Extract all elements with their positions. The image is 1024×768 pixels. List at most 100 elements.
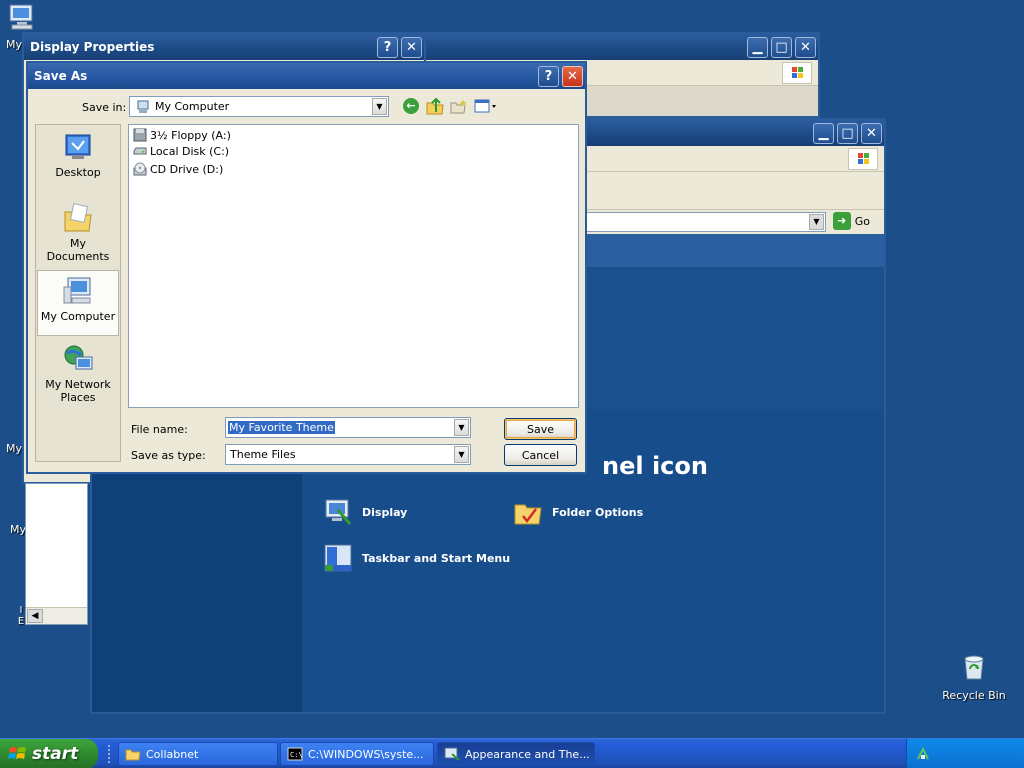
file-name-field[interactable]: My Favorite Theme ▼ (225, 417, 471, 438)
my-computer-icon (137, 100, 149, 113)
view-menu-button[interactable] (474, 98, 498, 114)
help-button[interactable]: ? (538, 66, 559, 87)
back-button[interactable]: ← (403, 98, 419, 114)
task-label: Collabnet (146, 747, 199, 761)
file-name-label: File name: (131, 423, 188, 436)
close-button[interactable]: ✕ (562, 66, 583, 87)
list-item-label: CD Drive (D:) (150, 162, 224, 176)
list-item-label: Local Disk (C:) (150, 145, 230, 158)
go-arrow-icon: ➜ (832, 212, 851, 230)
save-in-value: My Computer (155, 100, 230, 113)
task-label: C:\WINDOWS\syste... (308, 747, 424, 761)
close-button[interactable]: ✕ (795, 37, 816, 58)
hard-disk-icon (133, 147, 147, 154)
places-my-network-places[interactable]: My Network Places (37, 341, 119, 411)
close-button[interactable]: ✕ (861, 123, 882, 144)
places-label: My Computer (40, 310, 116, 323)
quick-launch-grip[interactable] (108, 745, 112, 763)
places-label: My Network Places (45, 378, 111, 404)
taskbar-start-menu-link-label: Taskbar and Start Menu (362, 551, 511, 565)
recycle-bin-icon (964, 655, 984, 680)
help-button[interactable]: ? (377, 37, 398, 58)
floppy-drive-icon (133, 128, 147, 142)
start-label: start (32, 744, 79, 764)
windows-logo-icon (782, 62, 812, 84)
view-menu-icon (474, 99, 496, 113)
up-one-level-button[interactable] (426, 97, 444, 115)
chevron-down-icon[interactable]: ▼ (454, 419, 469, 436)
cancel-button[interactable]: Cancel (504, 444, 577, 466)
control-panel-icon (444, 747, 460, 761)
desktop-icon-my-computer[interactable]: My (2, 2, 42, 51)
desktop-icon-label: Recycle Bin (942, 689, 1006, 702)
desktop-icon (65, 134, 91, 159)
file-name-value: My Favorite Theme (228, 421, 335, 434)
window-title-bar: Display Properties ? ✕ (24, 34, 424, 60)
desktop-icon-label: My (6, 38, 23, 51)
display-link-label: Display (362, 505, 408, 519)
save-in-dropdown[interactable]: My Computer ▼ (129, 96, 389, 117)
file-list[interactable]: 3½ Floppy (A:) Local Disk (C:) CD Drive … (128, 124, 579, 408)
my-documents-icon (64, 203, 92, 232)
taskbar-start-menu-link[interactable]: Taskbar and Start Menu (322, 542, 510, 574)
console-icon: C:\ (287, 747, 303, 761)
places-my-documents[interactable]: My Documents (37, 200, 119, 263)
folder-options-icon (514, 504, 542, 525)
my-computer-icon (63, 277, 91, 304)
folder-icon (125, 749, 141, 761)
go-label: Go (854, 214, 870, 228)
scroll-left-button[interactable]: ◀ (27, 609, 43, 623)
window-title-bar: ▁ □ ✕ (422, 34, 818, 60)
display-link[interactable]: Display (322, 496, 407, 528)
save-as-type-label: Save as type: (131, 449, 206, 462)
maximize-button[interactable]: □ (837, 123, 858, 144)
folder-options-link-label: Folder Options (552, 505, 644, 519)
places-my-computer[interactable]: My Computer (37, 270, 119, 336)
minimize-button[interactable]: ▁ (747, 37, 768, 58)
dialog-title-bar: Save As ? ✕ (28, 63, 585, 89)
save-in-label: Save in: (82, 101, 127, 114)
new-folder-icon (450, 99, 467, 114)
close-button[interactable]: ✕ (401, 37, 422, 58)
list-item-label: 3½ Floppy (A:) (150, 128, 231, 142)
pick-control-panel-heading: nel icon (602, 452, 708, 480)
task-collabnet[interactable]: Collabnet (118, 742, 278, 766)
go-button[interactable]: ➜ Go (832, 212, 870, 230)
task-label: Appearance and The... (465, 747, 590, 761)
save-as-dialog: Save As ? ✕ Save in: My Computer ▼ ← Des… (26, 61, 587, 474)
svg-text:C:\: C:\ (290, 751, 303, 759)
folder-options-link[interactable]: Folder Options (512, 496, 643, 528)
network-tray-icon[interactable] (915, 746, 931, 762)
windows-logo-icon (848, 148, 878, 170)
new-folder-button[interactable] (450, 98, 468, 114)
taskbar-icon (324, 544, 352, 572)
window-title: Display Properties (30, 40, 155, 54)
horizontal-scrollbar[interactable]: ◀ (26, 607, 87, 624)
desktop-icon-recycle-bin[interactable]: Recycle Bin (938, 650, 1010, 702)
places-label: My Documents (46, 237, 110, 263)
places-bar: Desktop My Documents My Computer My Netw… (35, 124, 121, 462)
save-as-type-value: Theme Files (230, 448, 296, 461)
places-label: Desktop (55, 166, 101, 179)
my-network-places-icon (64, 345, 93, 370)
chevron-down-icon[interactable]: ▼ (454, 446, 469, 463)
list-item[interactable]: CD Drive (D:) (133, 162, 223, 176)
task-command-prompt[interactable]: C:\ C:\WINDOWS\syste... (280, 742, 434, 766)
start-button[interactable]: start (0, 739, 98, 768)
taskbar: start Collabnet C:\ C:\WINDOWS\syste... … (0, 738, 1024, 768)
save-button[interactable]: Save (504, 418, 577, 440)
list-item[interactable]: 3½ Floppy (A:) (133, 128, 231, 142)
dialog-title: Save As (34, 69, 88, 83)
display-properties-content: ◀ (25, 483, 88, 625)
task-appearance-and-themes[interactable]: Appearance and The... (437, 742, 595, 766)
address-dropdown-button[interactable]: ▼ (809, 214, 824, 230)
list-item[interactable]: Local Disk (C:) (133, 145, 229, 158)
system-tray (906, 739, 1024, 768)
maximize-button[interactable]: □ (771, 37, 792, 58)
save-as-type-dropdown[interactable]: Theme Files ▼ (225, 444, 471, 465)
display-icon (325, 499, 352, 525)
places-desktop[interactable]: Desktop (37, 129, 119, 189)
chevron-down-icon[interactable]: ▼ (372, 98, 387, 115)
my-computer-icon (9, 4, 33, 30)
minimize-button[interactable]: ▁ (813, 123, 834, 144)
